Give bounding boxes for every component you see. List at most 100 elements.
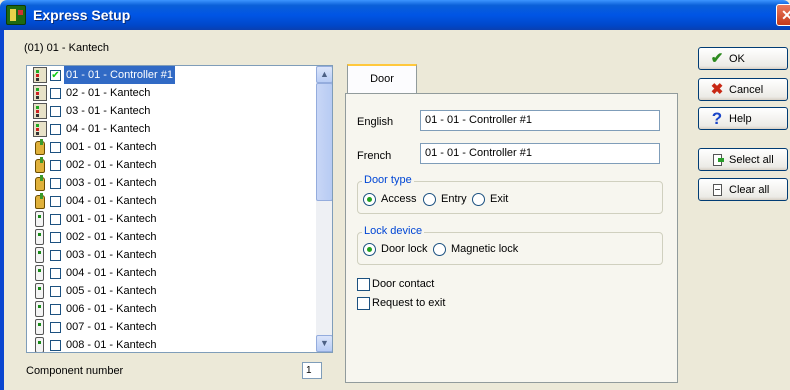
tree-item-label: 006 - 01 - Kantech <box>66 303 157 315</box>
help-button[interactable]: ? Help <box>698 107 788 130</box>
window-frame-left <box>0 30 4 390</box>
door-type-legend: Door type <box>362 174 414 186</box>
tree-item-checkbox[interactable] <box>50 160 61 171</box>
tree-item[interactable]: 001 - 01 - Kantech <box>27 138 316 156</box>
request-to-exit-checkbox[interactable] <box>357 297 370 310</box>
controller-icon <box>33 121 47 137</box>
tree-item[interactable]: ✔ 01 - 01 - Controller #1 <box>27 66 316 84</box>
vertical-scrollbar[interactable]: ▲ ▼ <box>316 66 332 352</box>
tree-item-checkbox[interactable] <box>50 286 61 297</box>
tree-item[interactable]: 004 - 01 - Kantech <box>27 192 316 210</box>
tree-item-checkbox[interactable] <box>50 142 61 153</box>
ok-button-label: OK <box>729 53 745 65</box>
english-label: English <box>357 116 394 128</box>
tree-item[interactable]: 001 - 01 - Kantech <box>27 210 316 228</box>
scroll-down-button[interactable]: ▼ <box>316 335 332 352</box>
reader-icon <box>35 283 44 299</box>
tree-item-label: 003 - 01 - Kantech <box>66 177 157 189</box>
reader-icon <box>35 211 44 227</box>
tree-item[interactable]: 02 - 01 - Kantech <box>27 84 316 102</box>
tree-item-checkbox[interactable] <box>50 250 61 261</box>
lock-device-magnetic-lock-radio[interactable] <box>433 243 446 256</box>
tree-item-checkbox[interactable] <box>50 214 61 225</box>
component-tree[interactable]: ✔ 01 - 01 - Controller #1 02 - 01 - Kantec… <box>26 65 333 353</box>
close-button[interactable]: ✕ <box>776 4 790 26</box>
cancel-button[interactable]: ✖ Cancel <box>698 78 788 101</box>
door-hand-icon <box>33 175 47 191</box>
english-field[interactable]: 01 - 01 - Controller #1 <box>420 110 660 131</box>
reader-icon <box>35 229 44 245</box>
tree-item-label: 002 - 01 - Kantech <box>66 159 157 171</box>
tree-item-checkbox[interactable] <box>50 124 61 135</box>
tree-item[interactable]: 003 - 01 - Kantech <box>27 246 316 264</box>
tree-item[interactable]: 002 - 01 - Kantech <box>27 156 316 174</box>
reader-icon <box>35 301 44 317</box>
door-type-entry-radio[interactable] <box>423 193 436 206</box>
tree-item-label: 005 - 01 - Kantech <box>66 285 157 297</box>
tree-item-label: 004 - 01 - Kantech <box>66 267 157 279</box>
ok-button[interactable]: ✔ OK <box>698 47 788 70</box>
tree-item[interactable]: 008 - 01 - Kantech <box>27 336 316 352</box>
tree-list: ✔ 01 - 01 - Controller #1 02 - 01 - Kantec… <box>27 66 316 352</box>
tree-item-checkbox[interactable] <box>50 340 61 351</box>
tree-item[interactable]: 002 - 01 - Kantech <box>27 228 316 246</box>
tree-item-checkbox[interactable] <box>50 196 61 207</box>
tree-item[interactable]: 007 - 01 - Kantech <box>27 318 316 336</box>
select-all-icon <box>713 154 724 166</box>
tree-item-checkbox[interactable] <box>50 178 61 189</box>
tree-item-label: 007 - 01 - Kantech <box>66 321 157 333</box>
reader-icon <box>35 337 44 352</box>
clear-all-button-label: Clear all <box>729 184 770 196</box>
tree-item-checkbox[interactable] <box>50 304 61 315</box>
tree-item-checkbox[interactable] <box>50 268 61 279</box>
door-contact-label[interactable]: Door contact <box>372 278 434 290</box>
french-label: French <box>357 150 392 162</box>
scroll-thumb[interactable] <box>316 83 332 201</box>
lock-device-door-lock-label[interactable]: Door lock <box>381 243 427 255</box>
lock-device-door-lock-radio[interactable] <box>363 243 376 256</box>
title-bar: Express Setup ✕ <box>0 0 790 30</box>
tree-item-label: 02 - 01 - Kantech <box>66 87 151 99</box>
tree-item-checkbox[interactable] <box>50 232 61 243</box>
window-title: Express Setup <box>33 7 131 23</box>
reader-icon <box>35 319 44 335</box>
door-hand-icon <box>33 193 47 209</box>
tree-item-checkbox[interactable]: ✔ <box>50 70 61 81</box>
tab-door[interactable]: Door <box>347 64 417 94</box>
lock-device-magnetic-lock-label[interactable]: Magnetic lock <box>451 243 518 255</box>
tree-item-checkbox[interactable] <box>50 106 61 117</box>
controller-icon <box>33 67 47 83</box>
help-question-icon: ? <box>711 109 723 128</box>
component-number-value: 1 <box>302 362 322 379</box>
tree-item[interactable]: 005 - 01 - Kantech <box>27 282 316 300</box>
group-title: (01) 01 - Kantech <box>24 42 109 54</box>
component-number-label: Component number <box>26 365 124 377</box>
french-field[interactable]: 01 - 01 - Controller #1 <box>420 143 660 164</box>
door-contact-checkbox[interactable] <box>357 278 370 291</box>
request-to-exit-label[interactable]: Request to exit <box>372 297 445 309</box>
select-all-button-label: Select all <box>729 154 774 166</box>
tree-item[interactable]: 03 - 01 - Kantech <box>27 102 316 120</box>
door-type-access-radio[interactable] <box>363 193 376 206</box>
door-type-access-label[interactable]: Access <box>381 193 416 205</box>
door-type-entry-label[interactable]: Entry <box>441 193 467 205</box>
door-type-exit-label[interactable]: Exit <box>490 193 508 205</box>
tree-item[interactable]: 003 - 01 - Kantech <box>27 174 316 192</box>
tree-item-label: 001 - 01 - Kantech <box>66 213 157 225</box>
select-all-button[interactable]: Select all <box>698 148 788 171</box>
tree-item[interactable]: 04 - 01 - Kantech <box>27 120 316 138</box>
app-icon <box>6 5 26 25</box>
checkmark-icon: ✔ <box>710 50 724 67</box>
clear-all-icon <box>713 184 722 196</box>
tree-item-checkbox[interactable] <box>50 88 61 99</box>
tree-item-label: 04 - 01 - Kantech <box>66 123 151 135</box>
cancel-button-label: Cancel <box>729 84 764 96</box>
controller-icon <box>33 103 47 119</box>
tree-item[interactable]: 004 - 01 - Kantech <box>27 264 316 282</box>
tree-item-checkbox[interactable] <box>50 322 61 333</box>
scroll-up-button[interactable]: ▲ <box>316 66 332 83</box>
tree-item[interactable]: 006 - 01 - Kantech <box>27 300 316 318</box>
clear-all-button[interactable]: Clear all <box>698 178 788 201</box>
door-type-exit-radio[interactable] <box>472 193 485 206</box>
tree-item-label: 002 - 01 - Kantech <box>66 231 157 243</box>
